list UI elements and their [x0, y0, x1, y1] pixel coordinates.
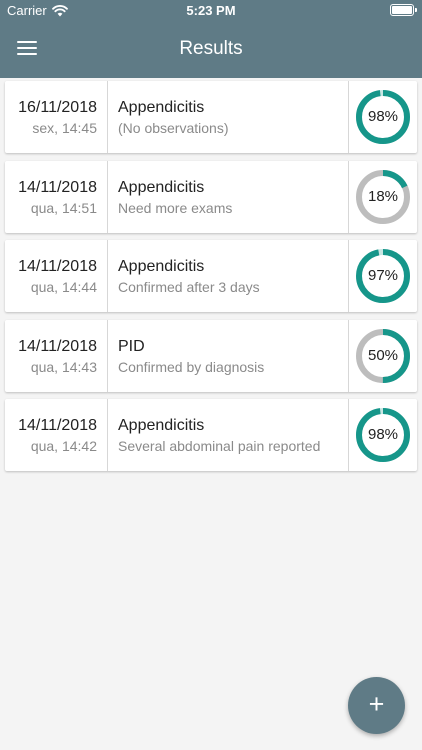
info-column: Appendicitis Confirmed after 3 days [108, 240, 348, 312]
result-diagnosis: Appendicitis [118, 178, 205, 196]
result-time: qua, 14:44 [30, 279, 97, 295]
result-date: 14/11/2018 [18, 417, 97, 434]
plus-icon: + [368, 689, 385, 719]
result-card[interactable]: 14/11/2018 qua, 14:51 Appendicitis Need mor… [5, 160, 417, 233]
probability-label: 98% [367, 426, 399, 443]
result-time: qua, 14:43 [30, 358, 97, 375]
date-column: 14/11/2018 qua, 14:51 [5, 160, 108, 233]
probability-column: 98% [348, 399, 417, 471]
info-column: PID Confirmed by diagnosis [108, 320, 348, 392]
result-diagnosis: Appendicitis [118, 99, 205, 116]
result-diagnosis: PID [118, 337, 145, 355]
status-bar: Carrier 5:23 PM [0, 0, 422, 22]
result-note: Need more exams [118, 199, 233, 216]
info-column: Appendicitis (No observations) [108, 81, 348, 153]
probability-label: 97% [367, 267, 399, 284]
date-column: 16/11/2018 sex, 14:45 [5, 81, 108, 153]
probability-column: 18% [348, 160, 417, 233]
result-diagnosis: Appendicitis [118, 417, 205, 434]
result-time: qua, 14:51 [30, 199, 97, 216]
result-date: 14/11/2018 [18, 178, 97, 196]
result-date: 14/11/2018 [18, 258, 97, 275]
info-column: Appendicitis Need more exams [108, 161, 348, 233]
battery-icon [390, 4, 417, 16]
date-column: 14/11/2018 qua, 14:43 [5, 319, 108, 392]
result-card[interactable]: 14/11/2018 qua, 14:44 Appendicitis Confirme… [5, 240, 417, 312]
result-time: sex, 14:45 [32, 120, 97, 136]
results-list: 16/11/2018 sex, 14:45 Appendicitis (No obse… [5, 81, 417, 479]
result-card[interactable]: 16/11/2018 sex, 14:45 Appendicitis (No obse… [5, 81, 417, 153]
status-time: 5:23 PM [186, 3, 236, 18]
probability-column: 97% [348, 240, 417, 312]
result-note: Confirmed after 3 days [118, 279, 260, 295]
probability-gauge: 50% [355, 328, 411, 384]
probability-column: 98% [348, 81, 417, 153]
probability-gauge: 97% [355, 248, 411, 304]
result-date: 14/11/2018 [18, 337, 97, 355]
result-note: Several abdominal pain reported [118, 438, 321, 454]
date-column: 14/11/2018 qua, 14:42 [5, 399, 108, 471]
date-column: 14/11/2018 qua, 14:44 [5, 240, 108, 312]
probability-gauge: 98% [355, 89, 411, 145]
result-card[interactable]: 14/11/2018 qua, 14:42 Appendicitis Several … [5, 399, 417, 471]
add-result-button[interactable]: + [348, 677, 405, 734]
result-card[interactable]: 14/11/2018 qua, 14:43 PID Confirmed by diag… [5, 319, 417, 392]
probability-label: 50% [367, 346, 399, 364]
page-title: Results [179, 38, 243, 59]
result-note: Confirmed by diagnosis [118, 358, 265, 375]
probability-label: 18% [367, 187, 399, 205]
probability-gauge: 18% [355, 169, 411, 225]
probability-column: 50% [348, 319, 417, 392]
probability-gauge: 98% [355, 407, 411, 463]
result-diagnosis: Appendicitis [118, 258, 205, 275]
info-column: Appendicitis Several abdominal pain repor… [108, 399, 348, 471]
probability-label: 98% [367, 108, 399, 125]
app-header: Carrier 5:23 PM Results [0, 0, 422, 78]
result-time: qua, 14:42 [30, 438, 97, 454]
result-note: (No observations) [118, 120, 229, 136]
result-date: 16/11/2018 [18, 99, 97, 116]
